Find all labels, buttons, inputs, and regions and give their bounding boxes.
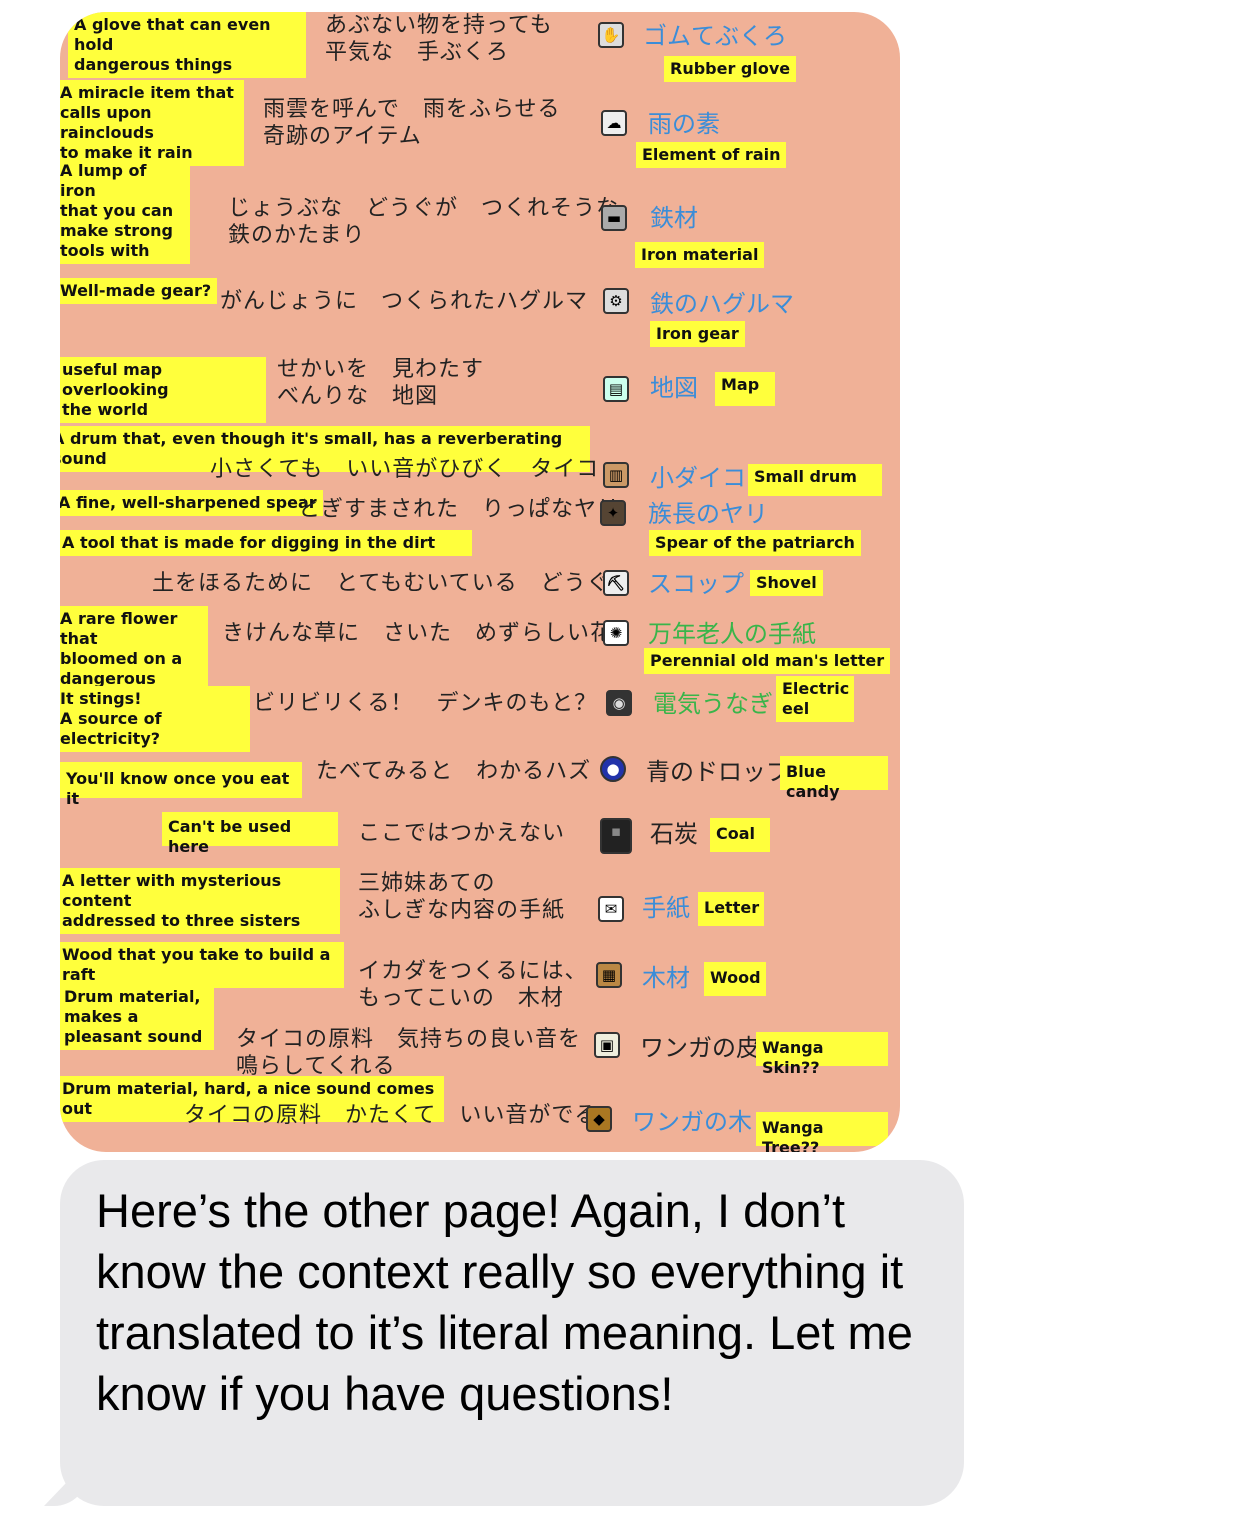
description-jp: タイコの原料 かたくて いい音がでる	[184, 1103, 598, 1128]
item-name-jp: スコップ	[648, 570, 744, 598]
item-name-jp: 地図	[650, 374, 698, 402]
glove-icon: ✋	[598, 22, 624, 48]
item-name-jp: 雨の素	[648, 110, 720, 138]
rain-icon: ☁	[601, 110, 627, 136]
item-name-en: Wanga Skin??	[756, 1032, 888, 1077]
description-jp: あぶない物を持っても 平気な 手ぶくろ	[325, 13, 553, 65]
candy-icon: ●	[600, 756, 626, 782]
drum-icon: ▥	[603, 462, 629, 488]
description-jp: ここではつかえない	[358, 821, 566, 846]
item-name-en: Coal	[710, 818, 770, 852]
description-jp: とぎすまされた りっぱなヤリ	[298, 497, 621, 522]
item-name-jp: 木材	[642, 964, 690, 992]
note-en: Well-made gear?	[60, 278, 218, 304]
note-en: useful map overlooking the world	[60, 357, 266, 423]
flower-icon: ✺	[603, 620, 629, 646]
item-name-en: Small drum	[748, 464, 882, 496]
item-name-en: Electric eel	[776, 676, 854, 722]
item-name-jp: 手紙	[642, 894, 690, 922]
attached-image[interactable]: A glove that can even hold dangerous thi…	[60, 12, 900, 1152]
description-jp: がんじょうに つくられたハグルマ	[220, 289, 589, 314]
item-name-jp: ワンガの皮	[640, 1034, 760, 1062]
description-jp: 土をほるために とてもむいている どうぐ	[152, 571, 610, 596]
item-name-en: Wood	[704, 962, 766, 996]
iron-icon: ▬	[601, 205, 627, 231]
note-en: Can't be used here	[162, 812, 338, 856]
description-jp: きけんな草に さいた めずらしい花	[222, 621, 614, 646]
note-en: You'll know once you eat it	[60, 762, 302, 808]
note-en: A miracle item that calls upon raincloud…	[60, 80, 244, 166]
item-name-jp: 鉄材	[650, 204, 698, 232]
item-name-jp: 青のドロップ	[646, 758, 790, 786]
note-en: A letter with mysterious content address…	[60, 868, 340, 934]
message-bubble[interactable]: Here’s the other page! Again, I don’t kn…	[60, 1160, 964, 1506]
item-name-jp: 小ダイコ	[650, 464, 746, 492]
wood-icon: ▦	[596, 962, 622, 988]
item-name-jp: ワンガの木	[632, 1108, 752, 1136]
item-name-jp: 鉄のハグルマ	[650, 290, 794, 318]
item-name-en: Element of rain	[636, 142, 787, 168]
item-name-en: Perennial old man's letter	[644, 648, 891, 674]
item-name-jp: 族長のヤリ	[648, 500, 768, 528]
note-en: A tool that is made for digging in the d…	[60, 530, 472, 556]
note-en: A glove that can even hold dangerous thi…	[68, 12, 306, 78]
item-name-en: Iron gear	[650, 321, 745, 347]
description-jp: たべてみると わかるハズ	[316, 759, 592, 784]
note-en: It stings! A source of electricity?	[60, 686, 250, 752]
gear-icon: ⚙	[603, 288, 629, 314]
item-name-jp: 電気うなぎ	[653, 690, 773, 718]
item-name-en: Map	[715, 372, 775, 406]
description-jp: タイコの原料 気持ちの良い音を 鳴らしてくれる	[236, 1027, 582, 1079]
note-en: A lump of iron that you can make strong …	[60, 158, 190, 264]
item-name-en: Iron material	[635, 242, 765, 268]
description-jp: 小さくても いい音がひびく タイコ	[210, 457, 600, 482]
item-name-en: Letter	[698, 892, 764, 926]
map-icon: ▤	[603, 376, 629, 402]
item-name-jp: 石炭	[650, 820, 698, 848]
item-name-en: Wanga Tree??	[756, 1112, 888, 1152]
tree-icon: ◆	[586, 1106, 612, 1132]
description-jp: ビリビリくる！ デンキのもと？	[253, 691, 598, 716]
item-name-en: Blue candy	[780, 756, 888, 801]
item-name-en: Spear of the patriarch	[649, 530, 861, 556]
spear-icon: ✦	[600, 500, 626, 526]
description-jp: じょうぶな どうぐが つくれそうな 鉄のかたまり	[228, 196, 620, 248]
skin-icon: ▣	[594, 1032, 620, 1058]
note-en: Drum material, makes a pleasant sound	[60, 984, 214, 1050]
message-text: Here’s the other page! Again, I don’t kn…	[96, 1184, 913, 1420]
item-name-jp: 万年老人の手紙	[648, 620, 816, 648]
item-name-en: Rubber glove	[664, 56, 797, 82]
coal-icon: ▪	[600, 818, 632, 854]
description-jp: イカダをつくるには、 もってこいの 木材	[358, 959, 588, 1011]
eel-icon: ◉	[606, 690, 632, 716]
letter-icon: ✉	[598, 896, 624, 922]
description-jp: 三姉妹あての ふしぎな内容の手紙	[358, 871, 566, 923]
shovel-icon: ⛏	[603, 570, 629, 596]
description-jp: せかいを 見わたす べんりな 地図	[277, 357, 485, 409]
note-en: Wood that you take to build a raft	[60, 942, 344, 988]
item-name-en: Shovel	[750, 570, 823, 596]
item-name-jp: ゴムてぶくろ	[643, 22, 787, 50]
description-jp: 雨雲を呼んで 雨をふらせる 奇跡のアイテム	[263, 97, 561, 149]
note-en: A fine, well-sharpened spear	[60, 490, 323, 516]
